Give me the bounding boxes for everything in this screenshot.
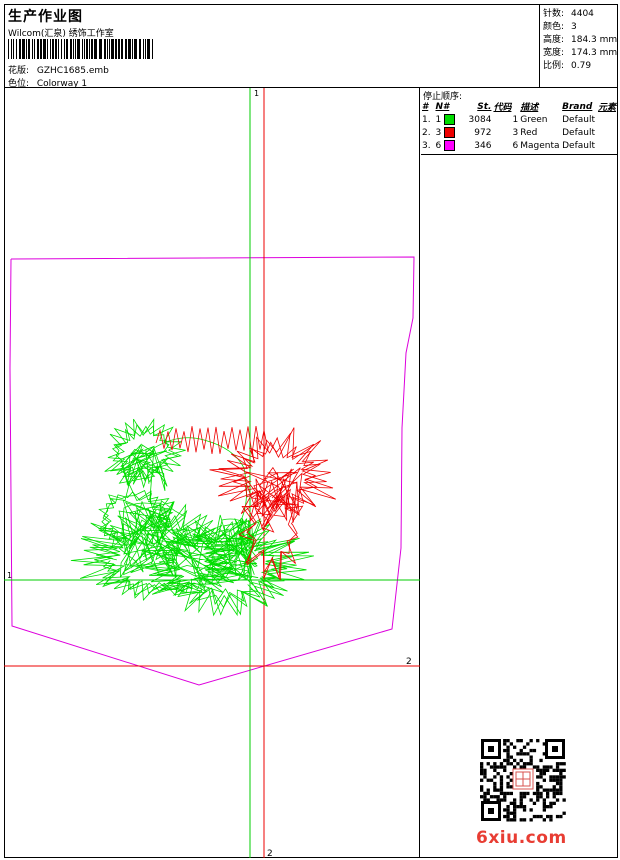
header: 生产作业图 Wilcom(汇泉) 绣饰工作室 花版: GZHC1685.emb … (4, 4, 618, 89)
stat-stitches: 针数: 4404 (543, 9, 594, 19)
stat-width: 宽度: 174.3 mm (543, 48, 618, 58)
col-stitches: St. (477, 101, 492, 112)
color-swatch-red (444, 127, 456, 138)
col-element: 元素 (597, 103, 616, 113)
design-stats: 针数: 4404 颜色: 3 高度: 184.3 mm 宽度: 174.3 mm 比例:… (541, 4, 618, 87)
col-needle: N# (435, 101, 450, 112)
stop-sequence-table: # N# St. 代码 描述 Brand 元素 1. 1 3084 1 Gree… (421, 100, 617, 152)
col-code: 代码 (493, 103, 512, 113)
page-title: 生产作业图 (8, 9, 83, 25)
design-canvas[interactable]: 1 2 1 2 (4, 88, 420, 858)
barcode-icon (8, 39, 153, 59)
design-file: GZHC1685.emb (36, 66, 109, 76)
green-stitches (70, 418, 314, 617)
stat-scale: 比例: 0.79 (543, 61, 592, 71)
watermark-logo: 6xiu.com (476, 828, 567, 848)
guide-label-v2: 2 (267, 849, 273, 858)
qr-code-icon[interactable] (480, 738, 566, 822)
header-info: 生产作业图 Wilcom(汇泉) 绣饰工作室 花版: GZHC1685.emb … (4, 4, 540, 89)
color-swatch-magenta (444, 140, 456, 151)
design-label: 花版: (8, 66, 30, 76)
col-desc: 描述 (520, 103, 539, 113)
col-index: # (422, 101, 429, 112)
embroidery-preview: 1 2 1 2 (4, 88, 420, 858)
guide-label-h2: 2 (406, 657, 412, 667)
guide-label-v1: 1 (254, 89, 259, 98)
stat-colors: 颜色: 3 (543, 22, 577, 32)
panel-divider (421, 154, 618, 155)
stat-height: 高度: 184.3 mm (543, 35, 618, 45)
magenta-outline (9, 256, 415, 686)
col-brand: Brand (562, 101, 593, 112)
color-swatch-green (444, 114, 456, 125)
table-row[interactable]: 1. 1 3084 1 Green Default (421, 113, 617, 126)
table-row[interactable]: 3. 6 346 6 Magenta Default (421, 139, 617, 152)
table-header: # N# St. 代码 描述 Brand 元素 (421, 100, 617, 114)
company-name: Wilcom(汇泉) 绣饰工作室 (8, 29, 114, 39)
design-row: 花版: GZHC1685.emb (8, 63, 109, 76)
table-row[interactable]: 2. 3 972 3 Red Default (421, 126, 617, 139)
guide-label-h1: 1 (7, 571, 12, 580)
